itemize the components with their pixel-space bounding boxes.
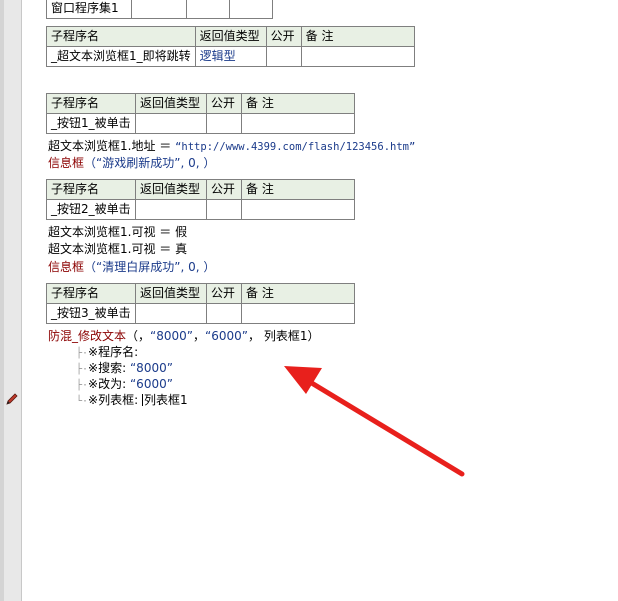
annotation-arrow-icon: [284, 366, 465, 477]
